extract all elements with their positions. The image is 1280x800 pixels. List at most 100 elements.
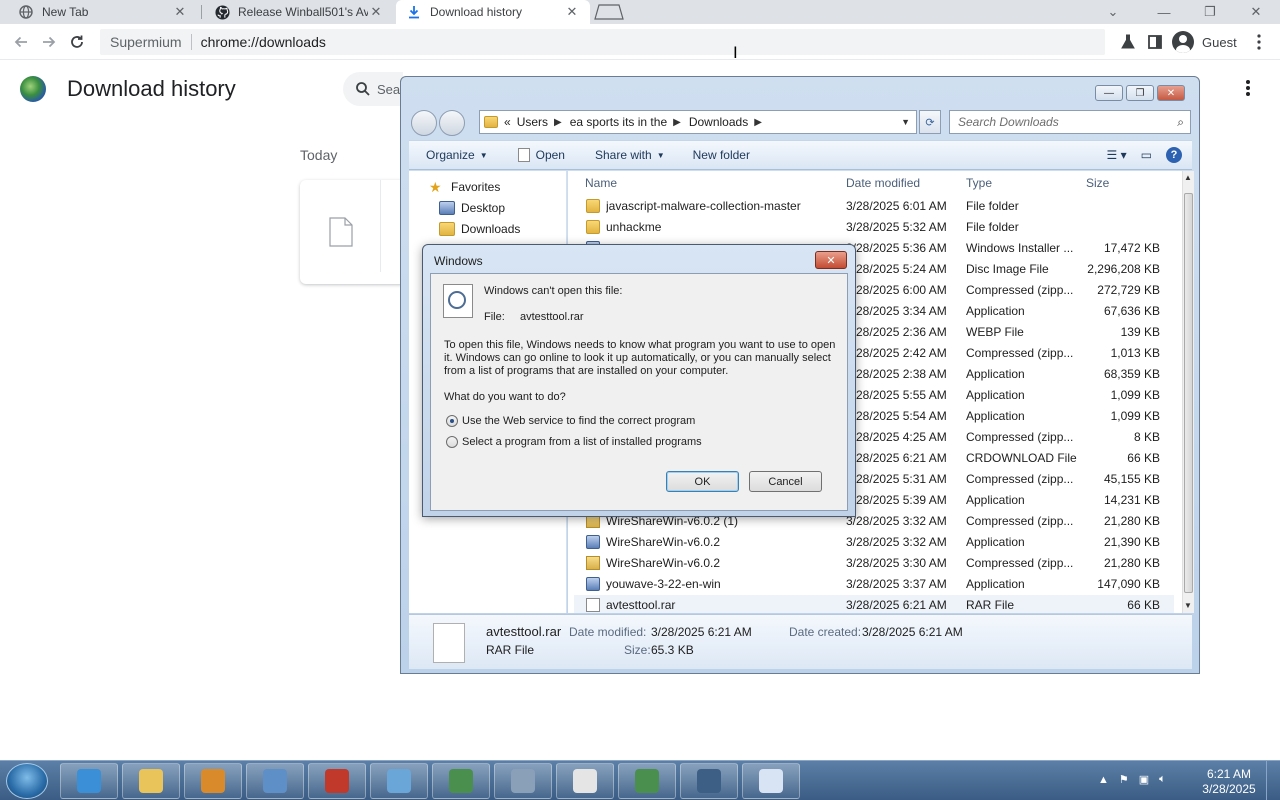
page-title: Download history	[67, 76, 236, 101]
scrollbar-thumb[interactable]	[1184, 193, 1193, 593]
radio-unselected-icon	[446, 436, 458, 448]
tab-download-history[interactable]: Download history ✕	[396, 0, 590, 24]
dialog-file-name: avtesttool.rar	[520, 311, 584, 323]
dialog-file-label: File:	[484, 311, 505, 323]
start-button[interactable]	[6, 763, 48, 799]
breadcrumb-users[interactable]: Users	[517, 115, 548, 129]
taskbar-app-notepad[interactable]	[556, 763, 614, 799]
file-date: 3/28/2025 5:24 AM	[846, 262, 947, 276]
taskbar-app-computer[interactable]	[246, 763, 304, 799]
reload-button[interactable]	[65, 30, 89, 54]
cancel-button[interactable]: Cancel	[749, 471, 822, 492]
volume-icon[interactable]: 🔈︎	[1159, 773, 1166, 786]
file-row[interactable]: WireShareWin-v6.0.2 3/28/2025 3:32 AM Appl…	[574, 532, 1174, 553]
column-name[interactable]: Name	[585, 171, 617, 195]
organize-button[interactable]: Organize ▼	[426, 148, 488, 162]
file-row[interactable]: youwave-3-22-en-win 3/28/2025 3:37 AM Appl…	[574, 574, 1174, 595]
nav-downloads[interactable]: Downloads	[439, 222, 520, 236]
new-tab-button[interactable]	[594, 4, 624, 20]
network-icon[interactable]: ▣	[1139, 773, 1149, 786]
taskbar-app-device[interactable]	[494, 763, 552, 799]
taskbar-app-explorer[interactable]	[122, 763, 180, 799]
breadcrumb-downloads[interactable]: Downloads	[689, 115, 748, 129]
taskbar-app-toolbox[interactable]	[308, 763, 366, 799]
column-type[interactable]: Type	[966, 171, 992, 195]
nav-favorites[interactable]: ★ Favorites	[429, 180, 500, 194]
taskbar-app-media-player[interactable]	[184, 763, 242, 799]
taskbar-app-document[interactable]	[742, 763, 800, 799]
explorer-forward-button[interactable]	[439, 110, 465, 136]
maximize-icon[interactable]: ❐	[1187, 0, 1233, 24]
file-type: Application	[966, 535, 1025, 549]
explorer-maximize-icon[interactable]: ❐	[1126, 85, 1154, 101]
explorer-address-bar[interactable]: « Users ▶ ea sports its in the ▶ Downloa…	[479, 110, 917, 134]
breadcrumb-overflow[interactable]: «	[504, 115, 511, 129]
nav-desktop[interactable]: Desktop	[439, 201, 505, 215]
folder-file-icon	[586, 199, 600, 213]
taskbar-app-browser[interactable]	[432, 763, 490, 799]
file-icon	[329, 217, 353, 247]
profile-button[interactable]: Guest	[1172, 29, 1237, 55]
back-button[interactable]	[9, 30, 33, 54]
radio-web-service[interactable]: Use the Web service to find the correct …	[446, 415, 695, 427]
tab-close-icon[interactable]: ✕	[564, 4, 580, 20]
column-size[interactable]: Size	[1086, 171, 1109, 195]
new-folder-button[interactable]: New folder	[693, 148, 750, 162]
chevron-down-icon[interactable]: ▼	[901, 117, 910, 127]
minimize-icon[interactable]: —	[1141, 0, 1187, 24]
download-item-card[interactable]	[300, 180, 410, 284]
explorer-search-input[interactable]: Search Downloads ⌕	[949, 110, 1191, 134]
tab-release-winball[interactable]: Release Winball501's Av ✕	[204, 0, 394, 24]
tab-close-icon[interactable]: ✕	[368, 4, 384, 20]
chevron-right-icon[interactable]: ▶	[554, 117, 562, 128]
url-text[interactable]: chrome://downloads	[201, 34, 326, 50]
forward-button[interactable]	[37, 30, 61, 54]
file-row[interactable]: WireShareWin-v6.0.2 3/28/2025 3:30 AM Comp…	[574, 553, 1174, 574]
globe-icon	[18, 4, 34, 20]
downloads-menu-icon[interactable]	[1238, 78, 1258, 98]
open-button[interactable]: Open	[517, 148, 565, 162]
explorer-refresh-button[interactable]: ⟳	[919, 110, 941, 134]
lab-flask-icon[interactable]	[1118, 32, 1138, 52]
breadcrumb-user[interactable]: ea sports its in the	[570, 115, 667, 129]
file-row[interactable]: javascript-malware-collection-master 3/28…	[574, 196, 1174, 217]
share-with-button[interactable]: Share with ▼	[595, 148, 665, 162]
file-type: Compressed (zipp...	[966, 472, 1074, 486]
file-row[interactable]: unhackme 3/28/2025 5:32 AM File folder	[574, 217, 1174, 238]
ok-button[interactable]: OK	[666, 471, 739, 492]
tab-new-tab[interactable]: New Tab ✕	[8, 0, 198, 24]
preview-pane-icon[interactable]: ▭	[1141, 148, 1152, 162]
kebab-menu-icon[interactable]	[1249, 32, 1269, 52]
dialog-close-icon[interactable]: ✕	[815, 251, 847, 269]
chevron-right-icon[interactable]: ▶	[754, 117, 762, 128]
address-bar[interactable]: Supermium chrome://downloads	[100, 29, 1105, 55]
radio-program-list[interactable]: Select a program from a list of installe…	[446, 436, 702, 448]
tab-close-icon[interactable]: ✕	[172, 4, 188, 20]
taskbar-app-spy[interactable]	[680, 763, 738, 799]
view-options-icon[interactable]: ☰ ▾	[1107, 148, 1127, 162]
file-list-scrollbar[interactable]: ▲ ▼	[1182, 171, 1194, 613]
tab-search-icon[interactable]: ⌄	[1090, 0, 1136, 24]
action-center-icon[interactable]: ⚑	[1119, 773, 1129, 786]
explorer-back-button[interactable]	[411, 110, 437, 136]
taskbar-app-browser[interactable]	[618, 763, 676, 799]
downloads-search-input[interactable]: Sear	[343, 72, 403, 106]
explorer-minimize-icon[interactable]: —	[1095, 85, 1123, 101]
help-icon[interactable]: ?	[1166, 147, 1182, 163]
explorer-close-icon[interactable]: ✕	[1157, 85, 1185, 101]
doc-file-icon	[586, 598, 600, 612]
taskbar-app-control-panel[interactable]	[370, 763, 428, 799]
taskbar-app-ie[interactable]	[60, 763, 118, 799]
file-size: 67,636 KB	[1103, 304, 1160, 318]
clock[interactable]: 6:21 AM 3/28/2025	[1196, 767, 1262, 797]
explorer-icon	[139, 769, 163, 793]
file-date: 3/28/2025 3:32 AM	[846, 535, 947, 549]
side-panel-icon[interactable]	[1145, 32, 1165, 52]
chevron-right-icon[interactable]: ▶	[673, 117, 681, 128]
close-window-icon[interactable]: ✕	[1233, 0, 1279, 24]
tray-expand-icon[interactable]: ▲	[1098, 774, 1109, 786]
file-row[interactable]: avtesttool.rar 3/28/2025 6:21 AM RAR File 6…	[574, 595, 1174, 613]
column-date-modified[interactable]: Date modified	[846, 171, 920, 195]
dialog-heading: Windows can't open this file:	[484, 285, 623, 297]
show-desktop-button[interactable]	[1266, 761, 1280, 800]
